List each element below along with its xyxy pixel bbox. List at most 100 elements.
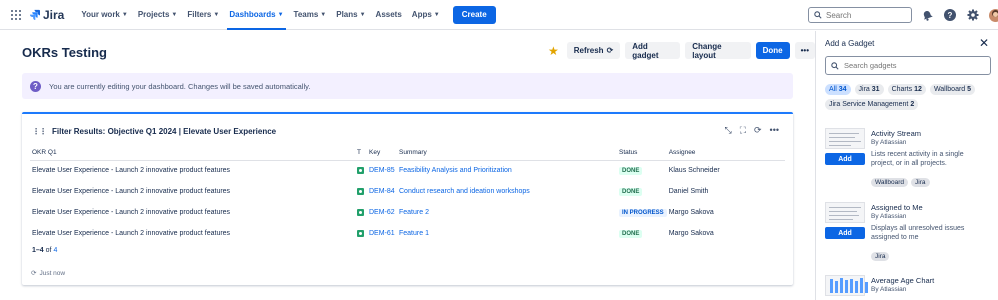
tag: Wallboard [871, 178, 909, 187]
gadget-author: By Atlassian [871, 139, 907, 146]
chip-wallboard[interactable]: Wallboard 5 [929, 84, 976, 95]
gadget-search-input[interactable] [844, 61, 974, 70]
gadget-tags: Jira [871, 252, 890, 261]
table-row: Elevate User Experience - Launch 2 innov… [30, 223, 785, 244]
type-cell [355, 202, 367, 223]
issue-key-link[interactable]: DEM-85 [367, 160, 397, 181]
chip-label: Wallboard [933, 86, 966, 93]
nav-label: Dashboards [229, 10, 276, 19]
pager-total[interactable]: 4 [53, 247, 57, 254]
search-icon [814, 11, 822, 19]
status-badge: IN PROGRESS [619, 209, 667, 217]
chevron-down-icon: ▼ [320, 11, 327, 18]
gadget-name: Assigned to Me [871, 203, 923, 212]
nav-label: Projects [137, 10, 170, 19]
nav-dashboards[interactable]: Dashboards ▼ [224, 0, 288, 30]
banner-text: You are currently editing your dashboard… [49, 81, 311, 91]
chip-label: Charts [891, 86, 913, 93]
minimize-icon[interactable]: ⤡ [724, 125, 731, 136]
column-header-type[interactable]: T [355, 146, 367, 161]
okr-cell: Elevate User Experience - Launch 2 innov… [32, 209, 231, 216]
refresh-icon[interactable]: ⟳ [754, 125, 762, 136]
drag-handle-icon[interactable]: ⋮⋮ [32, 127, 47, 136]
settings-gear-icon[interactable] [966, 8, 980, 22]
chip-label: Jira [858, 86, 870, 93]
search-input[interactable] [826, 10, 906, 20]
summary-link[interactable]: Conduct research and ideation workshops [397, 181, 617, 202]
nav-label: Apps [411, 10, 432, 19]
refresh-label: Refresh [573, 46, 604, 55]
assignee-cell: Margo Sakova [668, 230, 714, 237]
help-icon[interactable]: ? [943, 8, 957, 22]
nav-your-work[interactable]: Your work ▼ [76, 0, 132, 30]
nav-filters[interactable]: Filters ▼ [182, 0, 224, 30]
nav-apps[interactable]: Apps ▼ [407, 0, 445, 30]
gadget-title: Filter Results: Objective Q1 2024 | Elev… [52, 127, 277, 136]
chip-count: 12 [914, 86, 922, 93]
category-chips: All 34 Jira 31 Charts 12 Wallboard 5 Jir… [825, 84, 995, 110]
notification-bell-icon[interactable] [920, 8, 934, 22]
dashboard-actions: ★ Refresh ⟳ Add gadget Change layout Don… [548, 42, 815, 60]
chip-all[interactable]: All 34 [825, 84, 851, 95]
nav-assets[interactable]: Assets [371, 0, 407, 30]
nav-label: Filters [187, 10, 212, 19]
summary-link[interactable]: Feature 1 [397, 223, 617, 244]
more-icon[interactable]: ••• [770, 125, 779, 136]
jira-logo[interactable]: Jira [29, 8, 64, 22]
type-cell [355, 160, 367, 181]
app-switcher-icon[interactable] [11, 9, 21, 20]
summary-link[interactable]: Feasibility Analysis and Prioritization [397, 160, 617, 181]
create-button[interactable]: Create [452, 5, 496, 24]
pager-of: of [45, 247, 52, 254]
question-icon: ? [30, 80, 41, 92]
global-search[interactable] [808, 7, 912, 23]
issue-key-link[interactable]: DEM-84 [367, 181, 397, 202]
top-navigation-bar: Jira Your work ▼ Projects ▼ Filters ▼ Dashb… [0, 0, 998, 30]
issue-key-link[interactable]: DEM-62 [367, 202, 397, 223]
nav-teams[interactable]: Teams ▼ [289, 0, 332, 30]
issue-key-link[interactable]: DEM-61 [367, 223, 397, 244]
issues-table: OKR Q1 T Key Summary Status Assignee Ele… [30, 146, 785, 244]
gadget-description: Displays all unresolved issues assigned … [871, 225, 965, 241]
status-cell: DONE [617, 181, 667, 202]
okr-cell: Elevate User Experience - Launch 2 innov… [32, 230, 231, 237]
chevron-down-icon: ▼ [433, 11, 440, 18]
chevron-down-icon: ▼ [277, 11, 284, 18]
nav-label: Assets [375, 10, 402, 19]
column-header-key[interactable]: Key [367, 146, 397, 161]
dashboard-main: OKRs Testing ★ Refresh ⟳ Add gadget Chan… [0, 31, 815, 300]
okr-cell: Elevate User Experience - Launch 2 innov… [32, 167, 231, 175]
nav-label: Your work [81, 10, 120, 19]
summary-link[interactable]: Feature 2 [397, 202, 617, 223]
add-gadget-button[interactable]: Add gadget [625, 42, 681, 60]
add-gadget-button[interactable]: Add [825, 227, 865, 239]
panel-title: Add a Gadget [825, 39, 875, 48]
gadget-name: Average Age Chart [871, 276, 935, 285]
tag: Jira [911, 178, 930, 187]
chip-charts[interactable]: Charts 12 [887, 84, 926, 95]
user-avatar[interactable] [989, 8, 998, 22]
done-button[interactable]: Done [755, 42, 790, 59]
story-icon [357, 229, 364, 237]
maximize-icon[interactable]: ⛶ [740, 125, 746, 136]
nav-projects[interactable]: Projects ▼ [133, 0, 183, 30]
gadget-search[interactable] [825, 56, 991, 75]
chip-jira[interactable]: Jira 31 [854, 84, 884, 95]
column-header-okr[interactable]: OKR Q1 [30, 146, 355, 161]
more-actions-button[interactable]: ••• [794, 42, 815, 59]
chip-jira-service-management[interactable]: Jira Service Management 2 [825, 99, 919, 110]
column-header-summary[interactable]: Summary [397, 146, 617, 161]
star-favorite-icon[interactable]: ★ [548, 44, 559, 58]
change-layout-button[interactable]: Change layout [685, 42, 751, 60]
updated-text: Just now [39, 269, 66, 277]
chip-count: 5 [967, 86, 972, 93]
gadget-header: ⋮⋮ Filter Results: Objective Q1 2024 | E… [32, 127, 276, 136]
add-gadget-button[interactable]: Add [825, 153, 865, 165]
refresh-button[interactable]: Refresh ⟳ [566, 42, 621, 59]
column-header-status[interactable]: Status [617, 146, 667, 161]
nav-plans[interactable]: Plans ▼ [331, 0, 370, 30]
nav-label: Plans [336, 10, 358, 19]
close-icon[interactable]: ✕ [979, 36, 989, 50]
column-header-assignee[interactable]: Assignee [666, 146, 785, 161]
gadget-controls: ⤡ ⛶ ⟳ ••• [724, 125, 779, 136]
